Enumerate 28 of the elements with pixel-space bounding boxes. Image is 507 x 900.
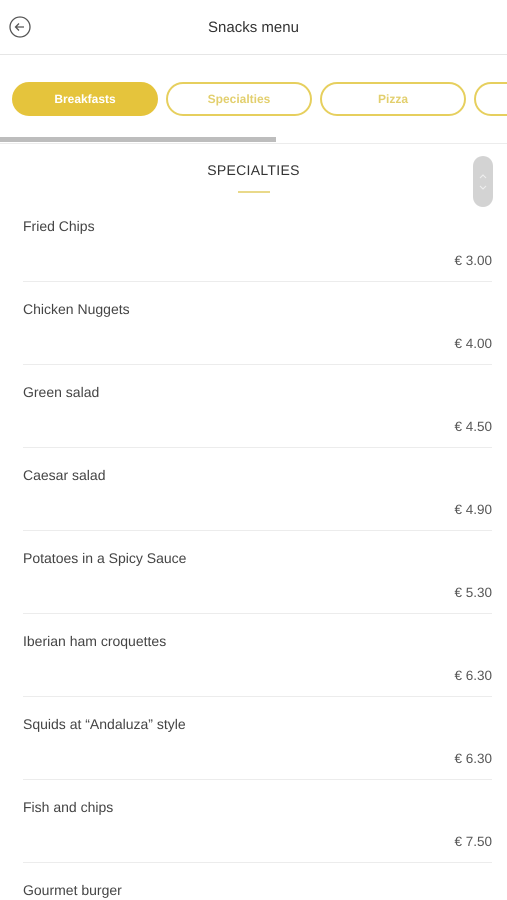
item-name: Green salad	[23, 385, 100, 400]
section-title: SPECIALTIES	[207, 162, 300, 178]
category-tab[interactable]: Pizza	[320, 82, 466, 116]
item-price: € 6.30	[454, 668, 492, 683]
item-price: € 5.30	[454, 585, 492, 600]
item-name: Chicken Nuggets	[23, 302, 130, 317]
back-icon[interactable]	[9, 16, 31, 38]
item-price: € 4.00	[454, 336, 492, 351]
chevron-up-icon	[479, 174, 487, 178]
item-name: Iberian ham croquettes	[23, 634, 166, 649]
chevron-down-icon	[479, 184, 487, 190]
item-name: Gourmet burger	[23, 883, 122, 898]
item-name: Caesar salad	[23, 468, 106, 483]
category-tab[interactable]: Breakfasts	[12, 82, 158, 116]
item-price: € 4.50	[454, 419, 492, 434]
item-price: € 4.90	[454, 502, 492, 517]
item-name: Potatoes in a Spicy Sauce	[23, 551, 186, 566]
item-price: € 6.30	[454, 751, 492, 766]
scrollbar[interactable]	[0, 137, 276, 142]
title-underline	[238, 191, 270, 193]
item-price: € 3.00	[454, 253, 492, 268]
scroll-button[interactable]	[473, 156, 493, 207]
item-name: Fried Chips	[23, 219, 95, 234]
page-title: Snacks menu	[208, 18, 299, 36]
item-name: Fish and chips	[23, 800, 114, 815]
item-name: Squids at “Andaluza” style	[23, 717, 186, 732]
item-price: € 7.50	[454, 834, 492, 849]
category-tab[interactable]: Specialties	[166, 82, 312, 116]
